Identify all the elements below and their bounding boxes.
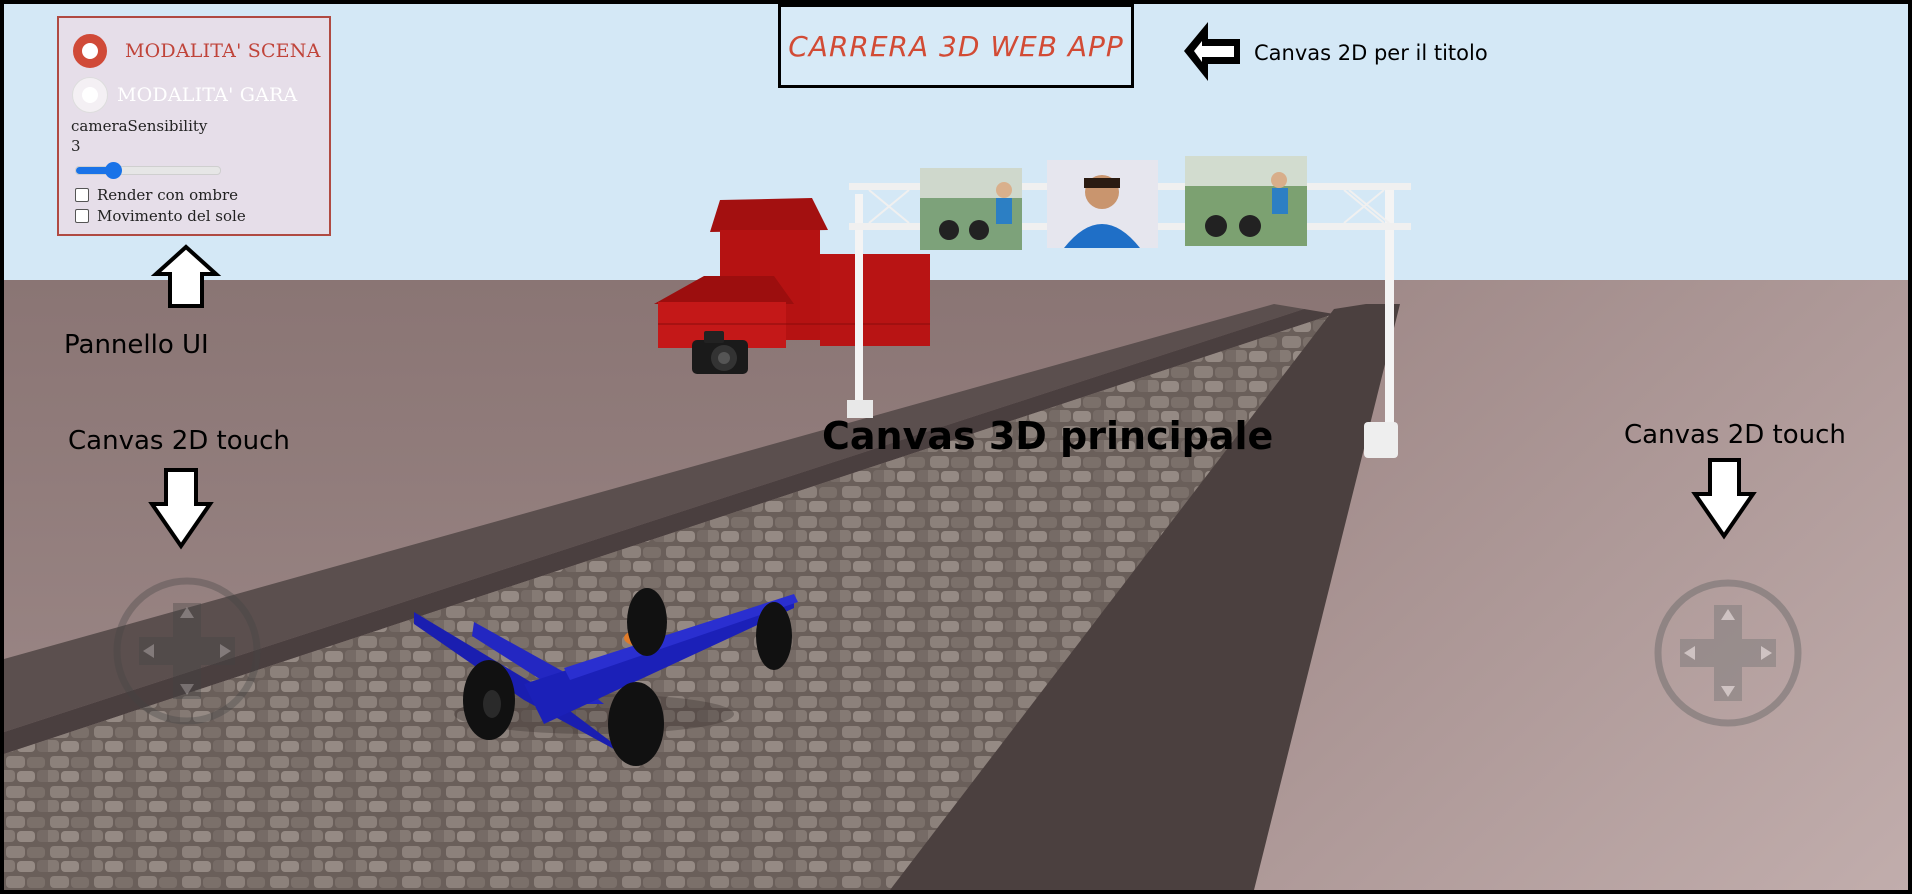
radio-label-race: MODALITA' GARA [117,84,298,106]
radio-label-scene: MODALITA' SCENA [125,40,321,62]
radio-mode-scene[interactable]: MODALITA' SCENA [73,34,321,68]
radio-mode-race[interactable]: MODALITA' GARA [73,78,297,112]
annotation-ui-panel: Pannello UI [64,330,209,360]
shadows-checkbox[interactable] [75,188,89,202]
shadows-option[interactable]: Render con ombre [75,186,238,204]
app-viewport: MODALITA' SCENA MODALITA' GARA cameraSen… [0,0,1912,894]
ui-panel: MODALITA' SCENA MODALITA' GARA cameraSen… [57,16,331,236]
sun-option[interactable]: Movimento del sole [75,207,246,225]
sensitivity-slider[interactable] [75,162,221,179]
app-title: CARRERA 3D WEB APP [788,29,1124,63]
sun-checkbox[interactable] [75,209,89,223]
title-canvas: CARRERA 3D WEB APP [778,4,1134,88]
sensitivity-value: 3 [71,137,81,155]
annotation-touch-left: Canvas 2D touch [68,426,290,456]
sensitivity-label: cameraSensibility [71,117,208,135]
banner-portrait [1047,160,1158,248]
radio-unselected-icon[interactable] [73,78,107,112]
banner-left [920,168,1022,250]
sun-label: Movimento del sole [97,207,246,225]
radio-selected-icon[interactable] [73,34,107,68]
annotation-main-canvas: Canvas 3D principale [822,414,1274,458]
slider-thumb[interactable] [105,162,123,179]
shadows-label: Render con ombre [97,186,239,204]
annotation-title-canvas: Canvas 2D per il titolo [1254,41,1488,65]
annotation-touch-right: Canvas 2D touch [1624,420,1846,450]
banner-right [1185,156,1307,246]
